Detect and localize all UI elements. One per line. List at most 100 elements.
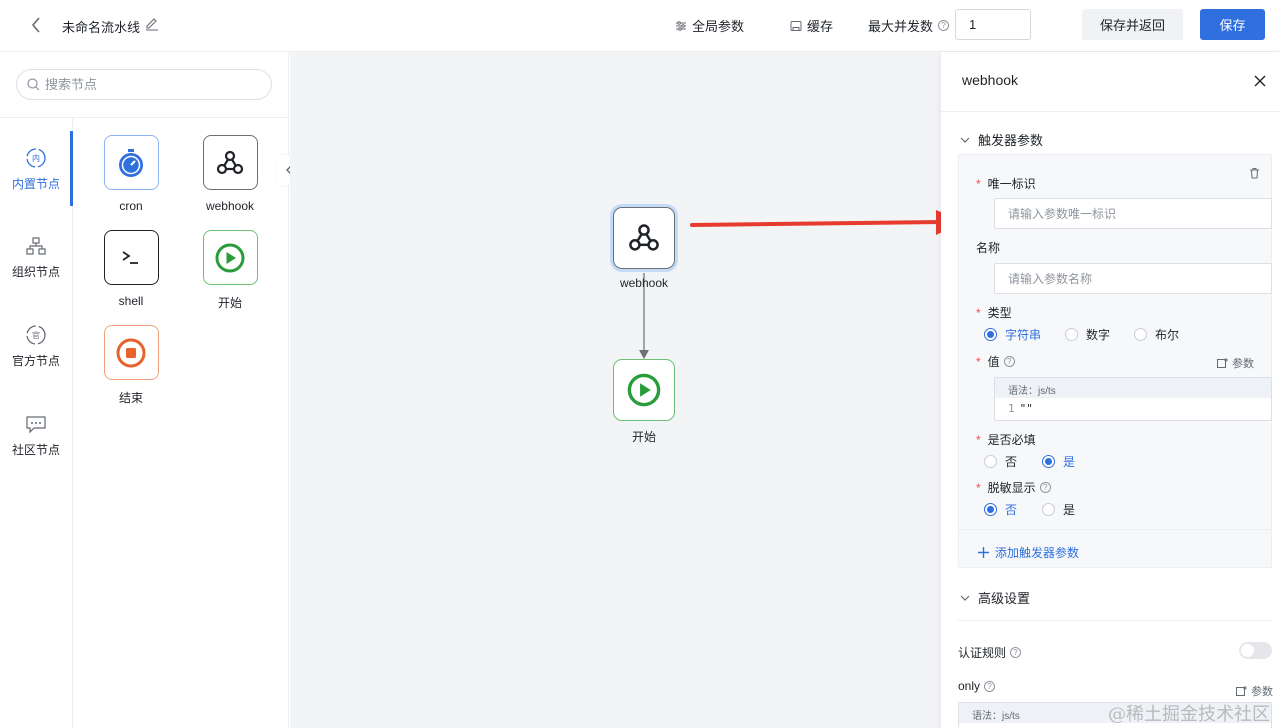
back-button[interactable] bbox=[26, 14, 46, 36]
node-tile-shell[interactable]: shell bbox=[96, 230, 166, 308]
name-label: 名称 bbox=[976, 241, 1001, 255]
help-icon[interactable]: ? bbox=[984, 680, 996, 692]
watermark: @稀土掘金技术社区 bbox=[1108, 704, 1270, 725]
chevron-down-icon bbox=[960, 137, 970, 143]
save-button[interactable]: 保存 bbox=[1200, 9, 1265, 40]
category-community[interactable]: 社区节点 bbox=[0, 412, 72, 458]
stopwatch-icon bbox=[103, 135, 159, 190]
node-label: webhook bbox=[619, 276, 669, 290]
required-option-no[interactable]: 否 bbox=[984, 453, 1017, 470]
unique-id-label: * 唯一标识 bbox=[976, 176, 1036, 192]
only-label: only? bbox=[958, 679, 996, 693]
add-trigger-param-button[interactable]: 添加触发器参数 bbox=[978, 544, 1079, 561]
mask-radio-group: 否 是 bbox=[984, 501, 1099, 518]
insert-param-icon bbox=[1217, 357, 1228, 368]
type-option-number[interactable]: 数字 bbox=[1065, 326, 1110, 343]
webhook-icon bbox=[202, 135, 258, 190]
edit-title-icon[interactable] bbox=[145, 15, 161, 33]
advanced-section-header[interactable]: 高级设置 bbox=[960, 588, 1030, 607]
mask-option-no[interactable]: 否 bbox=[984, 501, 1017, 518]
divider bbox=[959, 529, 1271, 530]
type-option-string[interactable]: 字符串 bbox=[984, 326, 1041, 343]
mask-option-yes[interactable]: 是 bbox=[1042, 501, 1075, 518]
auth-rule-toggle[interactable] bbox=[1239, 642, 1272, 659]
node-label: 开始 bbox=[217, 296, 242, 310]
close-icon bbox=[1254, 75, 1266, 87]
max-concurrency-text: 最大并发数 bbox=[868, 19, 934, 34]
header: 未命名流水线 全局参数 缓存 最大并发数 ? 保存并返回 保存 bbox=[0, 0, 1280, 52]
node-tile-cron[interactable]: cron bbox=[96, 135, 166, 213]
category-list: 内 内置节点 组织节点 官 官方节点 社区节点 bbox=[0, 118, 73, 728]
cache-button[interactable]: 缓存 bbox=[790, 16, 833, 35]
global-params-button[interactable]: 全局参数 bbox=[675, 16, 744, 35]
search-node-input[interactable] bbox=[45, 77, 245, 92]
advanced-section-title: 高级设置 bbox=[978, 591, 1031, 606]
play-icon bbox=[613, 359, 675, 421]
cache-label: 缓存 bbox=[807, 19, 834, 34]
category-label: 内置节点 bbox=[11, 177, 60, 191]
search-icon bbox=[27, 78, 40, 91]
help-icon[interactable]: ? bbox=[938, 20, 950, 31]
node-tile-webhook[interactable]: webhook bbox=[195, 135, 265, 213]
trigger-section-title: 触发器参数 bbox=[978, 133, 1044, 148]
node-label: shell bbox=[118, 294, 144, 308]
trash-icon[interactable] bbox=[1249, 167, 1260, 179]
search-node-box[interactable] bbox=[16, 69, 272, 100]
official-icon: 官 bbox=[24, 323, 48, 347]
save-disk-icon bbox=[790, 20, 802, 31]
play-icon bbox=[202, 230, 258, 285]
unique-id-input[interactable] bbox=[994, 198, 1272, 229]
trigger-section-header[interactable]: 触发器参数 bbox=[960, 130, 1043, 149]
divider bbox=[958, 620, 1272, 621]
required-radio-group: 否 是 bbox=[984, 453, 1099, 470]
canvas-node-webhook[interactable]: webhook bbox=[613, 207, 675, 290]
value-label: * 值? bbox=[976, 353, 1015, 370]
help-icon[interactable]: ? bbox=[1039, 482, 1051, 493]
required-label: * 是否必填 bbox=[976, 432, 1036, 448]
max-concurrency-input[interactable] bbox=[955, 9, 1031, 40]
webhook-icon bbox=[613, 207, 675, 269]
category-label: 组织节点 bbox=[11, 265, 60, 279]
canvas-node-start[interactable]: 开始 bbox=[613, 359, 675, 445]
chevron-left-icon bbox=[31, 17, 40, 33]
value-param-link[interactable]: 参数 bbox=[1217, 355, 1254, 371]
pipeline-title: 未命名流水线 bbox=[62, 20, 141, 35]
category-builtin[interactable]: 内 内置节点 bbox=[0, 146, 72, 192]
node-label: cron bbox=[119, 199, 143, 213]
auth-rule-label: 认证规则? bbox=[958, 644, 1022, 661]
type-label: * 类型 bbox=[976, 305, 1012, 321]
mask-label: * 脱敏显示? bbox=[976, 479, 1051, 496]
save-and-return-button[interactable]: 保存并返回 bbox=[1082, 9, 1183, 40]
global-params-label: 全局参数 bbox=[692, 19, 745, 34]
svg-text:内: 内 bbox=[32, 153, 40, 163]
node-label: 开始 bbox=[631, 430, 656, 444]
plus-icon bbox=[978, 547, 989, 558]
name-input[interactable] bbox=[994, 263, 1272, 294]
community-icon bbox=[24, 412, 48, 436]
value-code-editor[interactable]: 语法：js/ts 1 "" bbox=[994, 377, 1272, 421]
help-icon[interactable]: ? bbox=[1003, 356, 1015, 367]
type-option-boolean[interactable]: 布尔 bbox=[1134, 326, 1179, 343]
annotation-arrow bbox=[690, 210, 964, 235]
trigger-param-card: *唯一标识 名称 *类型 字符串 数字 布尔 *值? 参数 语法：js/ts 1… bbox=[958, 154, 1272, 568]
close-button[interactable] bbox=[1252, 73, 1268, 89]
code-line: 1 "" bbox=[1008, 402, 1033, 415]
node-tile-end[interactable]: 结束 bbox=[96, 325, 166, 406]
panel-title: webhook bbox=[962, 72, 1019, 88]
code-syntax-hint: 语法：js/ts bbox=[995, 378, 1271, 398]
category-org[interactable]: 组织节点 bbox=[0, 234, 72, 280]
type-radio-group: 字符串 数字 布尔 bbox=[984, 326, 1203, 343]
help-icon[interactable]: ? bbox=[1010, 647, 1022, 658]
node-tile-start[interactable]: 开始 bbox=[195, 230, 265, 311]
node-config-panel: webhook 触发器参数 *唯一标识 名称 *类型 字符串 数字 布尔 *值?… bbox=[941, 52, 1280, 728]
org-icon bbox=[24, 234, 48, 258]
category-official[interactable]: 官 官方节点 bbox=[0, 323, 72, 369]
sliders-icon bbox=[676, 20, 686, 31]
node-label: webhook bbox=[205, 199, 255, 213]
divider bbox=[941, 111, 1280, 112]
only-param-link[interactable]: 参数 bbox=[1236, 683, 1273, 699]
required-option-yes[interactable]: 是 bbox=[1042, 453, 1075, 470]
pipeline-canvas[interactable]: webhook 开始 bbox=[290, 52, 941, 728]
node-library-panel: 内 内置节点 组织节点 官 官方节点 社区节点 cron bbox=[0, 52, 303, 728]
builtin-icon: 内 bbox=[24, 146, 48, 170]
